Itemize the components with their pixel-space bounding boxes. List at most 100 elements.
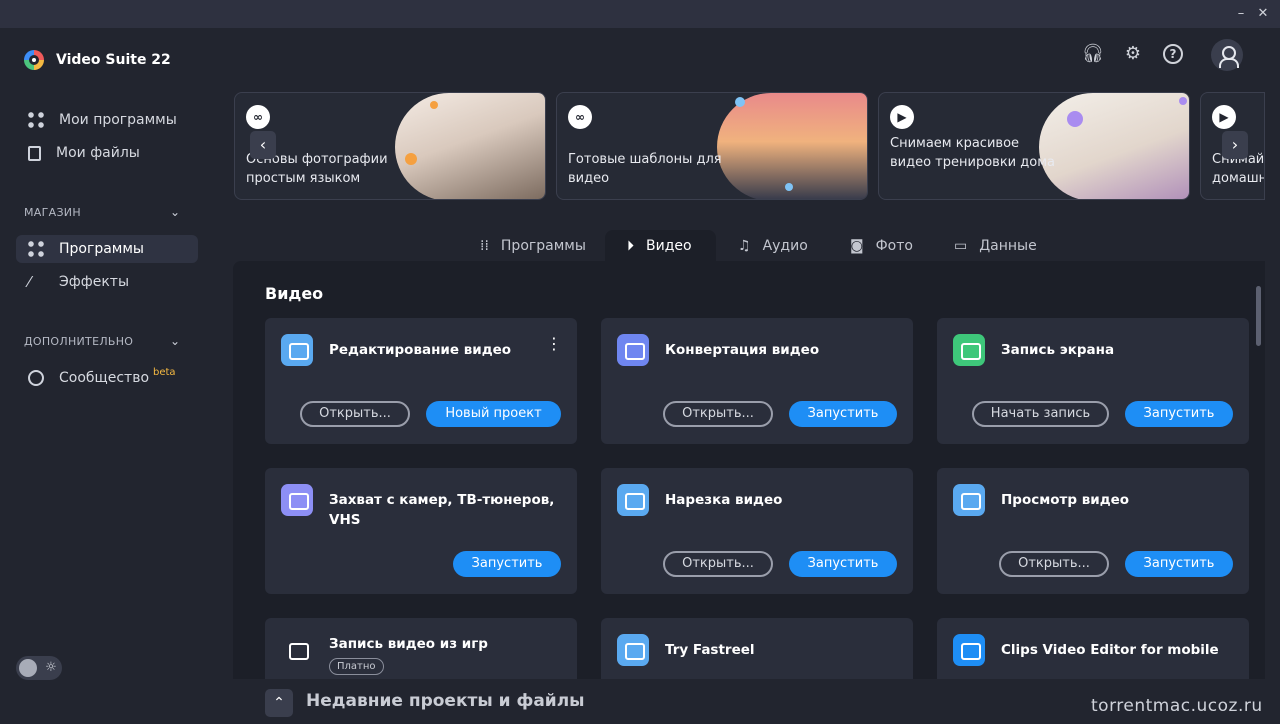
tab-label: Фото [875,238,913,254]
tab-photo[interactable]: ◙ Фото [828,230,935,262]
video-editor-icon [281,334,313,366]
banner-text: Снимаем красивое видео тренировки дома [890,136,1055,170]
banner-photo-basics[interactable]: ∞ Основы фотографии простым языком [234,92,546,200]
owl-icon [281,634,313,666]
sidebar-item-community[interactable]: Сообщество beta [16,364,198,392]
launch-button[interactable]: Запустить [1125,401,1233,427]
user-avatar-icon[interactable] [1211,39,1243,71]
tab-video[interactable]: ⏵ Видео [605,230,716,262]
card-try-fastreel[interactable]: Try Fastreel [601,618,913,679]
card-video-player[interactable]: Просмотр видео Открыть... Запустить [937,468,1249,594]
card-video-editor[interactable]: Редактирование видео ⋮ Открыть... Новый … [265,318,577,444]
sidebar-item-label: Программы [59,241,144,257]
link-icon: ∞ [568,105,592,129]
sidebar-item-label: Мои программы [59,112,177,128]
banner-video-templates[interactable]: ∞ Готовые шаблоны для видео [556,92,868,200]
start-recording-button[interactable]: Начать запись [972,401,1109,427]
chat-bubble-icon [28,370,44,386]
close-button[interactable]: ✕ [1256,7,1270,21]
banner-workout-video[interactable]: ▶ Снимаем красивое видео тренировки дома [878,92,1190,200]
chevron-up-icon[interactable]: ⌃ [265,689,293,717]
app-logo: Video Suite 22 [24,50,171,70]
card-title: Нарезка видео [665,492,783,508]
play-icon: ▶ [1212,105,1236,129]
sidebar-item-my-programs[interactable]: Мои программы [16,106,198,134]
card-video-capture[interactable]: Захват с камер, ТВ-тюнеров, VHS Запустит… [265,468,577,594]
card-game-recorder[interactable]: Запись видео из игр Платно [265,618,577,679]
card-title: Запись видео из игр [329,636,488,652]
sidebar-item-my-files[interactable]: Мои файлы [16,139,198,167]
tab-data[interactable]: ▭ Данные [932,230,1059,262]
app-title: Video Suite 22 [56,52,171,68]
sidebar-item-label: Сообщество [59,370,150,386]
grid-icon [28,112,44,128]
chevron-down-icon[interactable]: ⌄ [170,334,180,348]
card-title: Try Fastreel [665,642,755,658]
minimize-button[interactable]: – [1234,7,1248,21]
card-screen-recorder[interactable]: Запись экрана Начать запись Запустить [937,318,1249,444]
camera-icon: ◙ [850,238,864,254]
launch-button[interactable]: Запустить [789,551,897,577]
sidebar-item-label: Мои файлы [56,145,140,161]
launch-button[interactable]: Запустить [453,551,561,577]
scissors-icon [617,484,649,516]
launch-button[interactable]: Запустить [789,401,897,427]
recent-projects-title[interactable]: Недавние проекты и файлы [306,691,585,711]
tab-audio[interactable]: ♫ Аудио [716,230,830,262]
programs-panel: Видео Редактирование видео ⋮ Открыть... … [233,261,1265,679]
chevron-down-icon[interactable]: ⌄ [170,205,180,219]
player-icon [953,484,985,516]
decor-dot [1179,97,1187,105]
tab-label: Видео [646,238,692,254]
tab-label: Данные [979,238,1037,254]
gear-icon[interactable]: ⚙ [1121,42,1145,66]
help-icon[interactable]: ? [1163,44,1183,64]
more-options-icon[interactable]: ⋮ [546,336,562,359]
open-button[interactable]: Открыть... [999,551,1109,577]
title-bar: – ✕ [0,0,1280,28]
carousel-prev-button[interactable]: ‹ [250,131,276,159]
folder-icon: ▭ [954,238,968,254]
tab-label: Аудио [762,238,808,254]
open-button[interactable]: Открыть... [663,551,773,577]
decor-dot [785,183,793,191]
sun-icon: ☼ [45,660,57,675]
card-title: Clips Video Editor for mobile [1001,642,1219,658]
capture-icon [281,484,313,516]
files-icon [28,145,41,161]
open-button[interactable]: Открыть... [300,401,410,427]
sidebar-item-programs[interactable]: Программы [16,235,198,263]
converter-icon [617,334,649,366]
card-title: Захват с камер, ТВ-тюнеров, VHS [329,492,555,528]
toggle-knob [19,659,37,677]
decor-dot [1067,111,1083,127]
card-video-converter[interactable]: Конвертация видео Открыть... Запустить [601,318,913,444]
carousel-next-button[interactable]: › [1222,131,1248,159]
beta-badge: beta [153,366,176,378]
app-logo-icon [24,50,44,70]
tab-label: Программы [500,238,586,254]
theme-toggle[interactable]: ☼ [16,656,62,680]
new-project-button[interactable]: Новый проект [426,401,561,427]
fastreel-icon [617,634,649,666]
section-store-label: МАГАЗИН [24,206,81,219]
play-icon: ▶ [890,105,914,129]
card-video-splitter[interactable]: Нарезка видео Открыть... Запустить [601,468,913,594]
magic-wand-icon: ⁄ [28,273,31,291]
paid-badge: Платно [329,658,384,675]
clips-icon [953,634,985,666]
tab-programs[interactable]: ⁞⁞ Программы [458,230,608,262]
watermark-text: torrentmac.ucoz.ru [1091,696,1263,716]
card-title: Конвертация видео [665,342,820,358]
apps-add-icon [28,241,44,257]
headset-icon[interactable]: 🎧︎ [1081,42,1105,66]
screen-recorder-icon [953,334,985,366]
section-extra-label: ДОПОЛНИТЕЛЬНО [24,335,134,348]
launch-button[interactable]: Запустить [1125,551,1233,577]
open-button[interactable]: Открыть... [663,401,773,427]
sidebar-item-effects[interactable]: ⁄ Эффекты [16,268,198,296]
scrollbar[interactable] [1256,286,1261,346]
card-clips-mobile[interactable]: Clips Video Editor for mobile [937,618,1249,679]
banner-text: Готовые шаблоны для видео [568,152,722,186]
decor-dot [735,97,745,107]
